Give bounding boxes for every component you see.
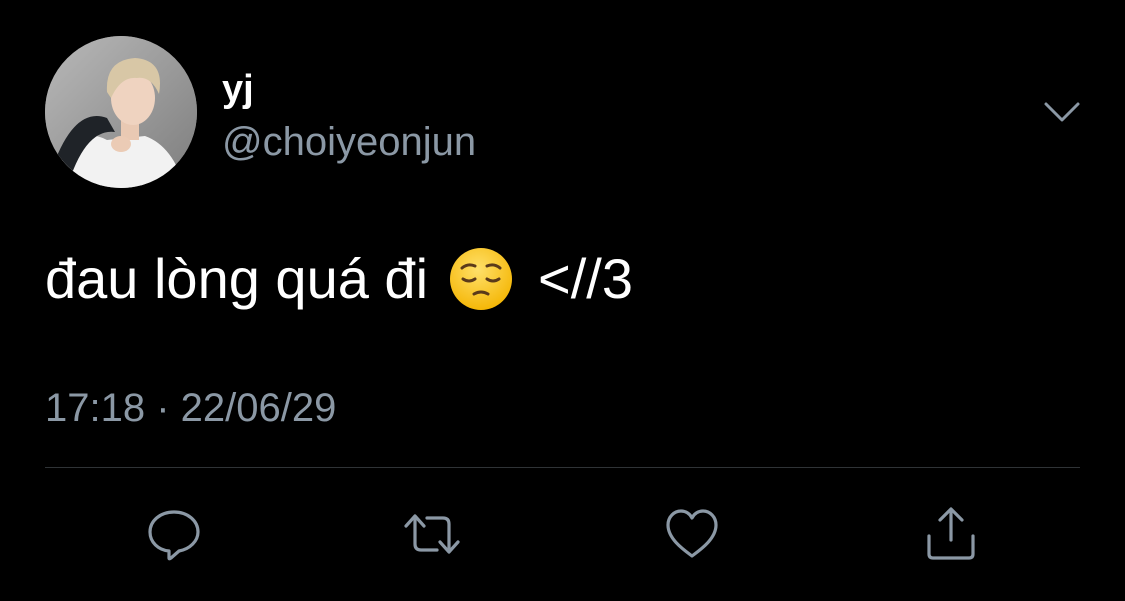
like-button[interactable] [662,504,722,564]
pensive-face-icon [448,246,514,312]
tweet-text-after-emoji: <//3 [538,247,633,310]
avatar[interactable] [45,36,197,188]
reply-icon [148,510,200,561]
user-handle[interactable]: @choiyeonjun [222,118,476,166]
tweet-text-before-emoji: đau lòng quá đi [45,247,429,310]
chevron-down-icon[interactable] [1040,92,1084,132]
retweet-icon [404,514,460,554]
tweet-timestamp[interactable]: 17:18 · 22/06/29 [45,384,336,432]
divider [45,467,1080,468]
share-button[interactable] [921,504,981,564]
display-name[interactable]: yj [222,66,254,112]
retweet-button[interactable] [402,504,462,564]
share-icon [927,507,975,560]
reply-button[interactable] [144,504,204,564]
tweet-text: đau lòng quá đi <//3 [45,246,633,312]
heart-icon [666,509,718,558]
tweet-detail: yj @choiyeonjun đau lòng quá đi <//3 17:… [0,0,1125,601]
